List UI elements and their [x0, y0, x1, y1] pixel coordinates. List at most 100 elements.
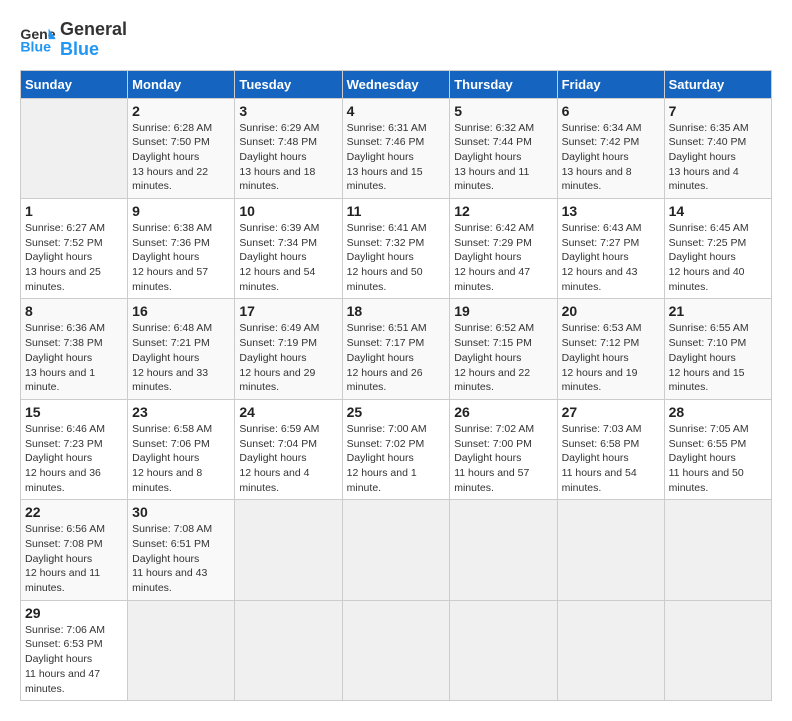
calendar-day-cell — [342, 500, 450, 600]
calendar-day-cell: 6 Sunrise: 6:34 AMSunset: 7:42 PMDaylight… — [557, 98, 664, 198]
calendar-day-cell — [450, 500, 557, 600]
calendar-day-cell: 29Sunrise: 7:06 AMSunset: 6:53 PMDayligh… — [21, 600, 128, 700]
calendar-week-row: 15 Sunrise: 6:46 AMSunset: 7:23 PMDayligh… — [21, 399, 772, 499]
day-number: 19 — [454, 303, 552, 319]
day-info: Sunrise: 6:42 AMSunset: 7:29 PMDaylight … — [454, 221, 552, 294]
day-number: 21 — [669, 303, 767, 319]
day-info: Sunrise: 7:02 AMSunset: 7:00 PMDaylight … — [454, 422, 552, 495]
day-number: 26 — [454, 404, 552, 420]
calendar-day-cell: 3 Sunrise: 6:29 AMSunset: 7:48 PMDaylight… — [235, 98, 342, 198]
calendar-day-cell — [21, 98, 128, 198]
day-info: Sunrise: 6:46 AMSunset: 7:23 PMDaylight … — [25, 422, 123, 495]
calendar-day-cell: 9Sunrise: 6:38 AMSunset: 7:36 PMDaylight… — [128, 199, 235, 299]
day-number: 5 — [454, 103, 552, 119]
calendar-day-cell: 10 Sunrise: 6:39 AMSunset: 7:34 PMDayligh… — [235, 199, 342, 299]
calendar-day-cell: 8 Sunrise: 6:36 AMSunset: 7:38 PMDaylight… — [21, 299, 128, 399]
calendar-week-row: 2Sunrise: 6:28 AMSunset: 7:50 PMDaylight… — [21, 98, 772, 198]
day-info: Sunrise: 6:41 AMSunset: 7:32 PMDaylight … — [347, 221, 446, 294]
logo: General Blue General Blue — [20, 20, 127, 60]
day-number: 1 — [25, 203, 123, 219]
day-info: Sunrise: 6:59 AMSunset: 7:04 PMDaylight … — [239, 422, 337, 495]
calendar-week-row: 22 Sunrise: 6:56 AMSunset: 7:08 PMDayligh… — [21, 500, 772, 600]
calendar-day-cell: 14Sunrise: 6:45 AMSunset: 7:25 PMDayligh… — [664, 199, 771, 299]
calendar-day-cell — [342, 600, 450, 700]
day-number: 28 — [669, 404, 767, 420]
day-number: 20 — [562, 303, 660, 319]
day-number: 25 — [347, 404, 446, 420]
day-info: Sunrise: 6:45 AMSunset: 7:25 PMDaylight … — [669, 221, 767, 294]
day-number: 4 — [347, 103, 446, 119]
calendar-day-cell — [235, 600, 342, 700]
day-number: 7 — [669, 103, 767, 119]
day-info: Sunrise: 6:43 AMSunset: 7:27 PMDaylight … — [562, 221, 660, 294]
day-number: 12 — [454, 203, 552, 219]
day-info: Sunrise: 6:51 AMSunset: 7:17 PMDaylight … — [347, 321, 446, 394]
calendar-week-row: 8 Sunrise: 6:36 AMSunset: 7:38 PMDaylight… — [21, 299, 772, 399]
weekday-header-cell: Saturday — [664, 70, 771, 98]
weekday-header-cell: Thursday — [450, 70, 557, 98]
calendar-day-cell — [450, 600, 557, 700]
calendar-day-cell: 19Sunrise: 6:52 AMSunset: 7:15 PMDayligh… — [450, 299, 557, 399]
day-number: 10 — [239, 203, 337, 219]
calendar-day-cell — [664, 600, 771, 700]
calendar-table: SundayMondayTuesdayWednesdayThursdayFrid… — [20, 70, 772, 702]
calendar-day-cell — [235, 500, 342, 600]
day-info: Sunrise: 6:49 AMSunset: 7:19 PMDaylight … — [239, 321, 337, 394]
day-number: 6 — [562, 103, 660, 119]
day-number: 8 — [25, 303, 123, 319]
day-number: 30 — [132, 504, 230, 520]
calendar-day-cell: 23Sunrise: 6:58 AMSunset: 7:06 PMDayligh… — [128, 399, 235, 499]
day-info: Sunrise: 7:08 AMSunset: 6:51 PMDaylight … — [132, 522, 230, 595]
day-number: 3 — [239, 103, 337, 119]
day-info: Sunrise: 6:36 AMSunset: 7:38 PMDaylight … — [25, 321, 123, 394]
day-info: Sunrise: 6:28 AMSunset: 7:50 PMDaylight … — [132, 121, 230, 194]
weekday-header-cell: Monday — [128, 70, 235, 98]
calendar-day-cell — [557, 500, 664, 600]
day-info: Sunrise: 6:27 AMSunset: 7:52 PMDaylight … — [25, 221, 123, 294]
calendar-day-cell: 16Sunrise: 6:48 AMSunset: 7:21 PMDayligh… — [128, 299, 235, 399]
weekday-header-cell: Friday — [557, 70, 664, 98]
calendar-week-row: 29Sunrise: 7:06 AMSunset: 6:53 PMDayligh… — [21, 600, 772, 700]
page-header: General Blue General Blue — [20, 20, 772, 60]
day-number: 27 — [562, 404, 660, 420]
calendar-day-cell: 17 Sunrise: 6:49 AMSunset: 7:19 PMDayligh… — [235, 299, 342, 399]
day-info: Sunrise: 7:05 AMSunset: 6:55 PMDaylight … — [669, 422, 767, 495]
day-info: Sunrise: 7:00 AMSunset: 7:02 PMDaylight … — [347, 422, 446, 495]
calendar-day-cell: 2Sunrise: 6:28 AMSunset: 7:50 PMDaylight… — [128, 98, 235, 198]
calendar-body: 2Sunrise: 6:28 AMSunset: 7:50 PMDaylight… — [21, 98, 772, 701]
day-info: Sunrise: 6:34 AMSunset: 7:42 PMDaylight … — [562, 121, 660, 194]
calendar-day-cell: 25 Sunrise: 7:00 AMSunset: 7:02 PMDayligh… — [342, 399, 450, 499]
day-info: Sunrise: 6:35 AMSunset: 7:40 PMDaylight … — [669, 121, 767, 194]
day-number: 17 — [239, 303, 337, 319]
day-info: Sunrise: 6:55 AMSunset: 7:10 PMDaylight … — [669, 321, 767, 394]
calendar-day-cell: 26 Sunrise: 7:02 AMSunset: 7:00 PMDayligh… — [450, 399, 557, 499]
day-number: 24 — [239, 404, 337, 420]
calendar-day-cell: 24 Sunrise: 6:59 AMSunset: 7:04 PMDayligh… — [235, 399, 342, 499]
day-number: 11 — [347, 203, 446, 219]
day-number: 16 — [132, 303, 230, 319]
day-number: 22 — [25, 504, 123, 520]
day-info: Sunrise: 6:39 AMSunset: 7:34 PMDaylight … — [239, 221, 337, 294]
calendar-week-row: 1 Sunrise: 6:27 AMSunset: 7:52 PMDaylight… — [21, 199, 772, 299]
day-info: Sunrise: 6:56 AMSunset: 7:08 PMDaylight … — [25, 522, 123, 595]
day-number: 23 — [132, 404, 230, 420]
calendar-day-cell: 11 Sunrise: 6:41 AMSunset: 7:32 PMDayligh… — [342, 199, 450, 299]
day-number: 15 — [25, 404, 123, 420]
day-info: Sunrise: 6:31 AMSunset: 7:46 PMDaylight … — [347, 121, 446, 194]
calendar-day-cell: 12 Sunrise: 6:42 AMSunset: 7:29 PMDayligh… — [450, 199, 557, 299]
svg-text:Blue: Blue — [20, 38, 51, 54]
day-info: Sunrise: 6:38 AMSunset: 7:36 PMDaylight … — [132, 221, 230, 294]
calendar-day-cell — [664, 500, 771, 600]
weekday-header-row: SundayMondayTuesdayWednesdayThursdayFrid… — [21, 70, 772, 98]
day-info: Sunrise: 7:06 AMSunset: 6:53 PMDaylight … — [25, 623, 123, 696]
calendar-day-cell: 15 Sunrise: 6:46 AMSunset: 7:23 PMDayligh… — [21, 399, 128, 499]
calendar-day-cell: 4 Sunrise: 6:31 AMSunset: 7:46 PMDaylight… — [342, 98, 450, 198]
day-info: Sunrise: 6:29 AMSunset: 7:48 PMDaylight … — [239, 121, 337, 194]
day-info: Sunrise: 7:03 AMSunset: 6:58 PMDaylight … — [562, 422, 660, 495]
weekday-header-cell: Sunday — [21, 70, 128, 98]
day-number: 18 — [347, 303, 446, 319]
day-info: Sunrise: 6:53 AMSunset: 7:12 PMDaylight … — [562, 321, 660, 394]
calendar-day-cell: 27 Sunrise: 7:03 AMSunset: 6:58 PMDayligh… — [557, 399, 664, 499]
calendar-day-cell: 28 Sunrise: 7:05 AMSunset: 6:55 PMDayligh… — [664, 399, 771, 499]
calendar-day-cell: 20 Sunrise: 6:53 AMSunset: 7:12 PMDayligh… — [557, 299, 664, 399]
